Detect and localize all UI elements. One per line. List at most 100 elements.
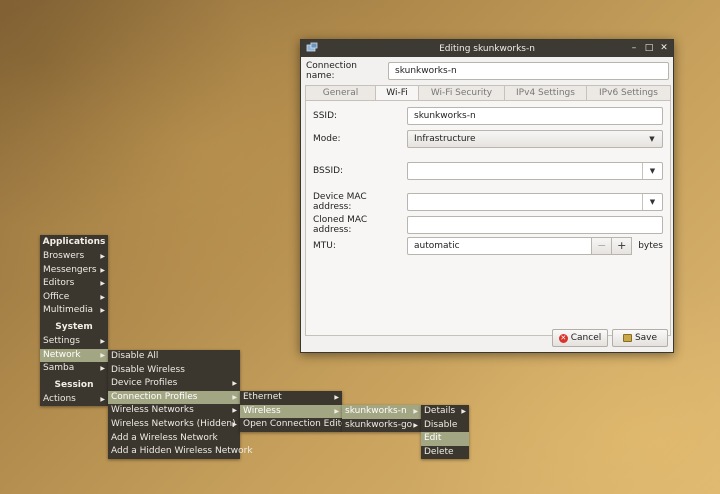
menu-item-settings[interactable]: Settings ▶: [40, 335, 108, 349]
connection-name-label: Connection name:: [306, 61, 357, 81]
menu-item-network[interactable]: Network ▶: [40, 348, 108, 363]
dialog-actions: ✕ Cancel Save: [552, 329, 668, 347]
cloned-mac-row: Cloned MAC address:: [313, 215, 663, 235]
tab-wifi[interactable]: Wi-Fi: [376, 86, 419, 100]
menu-item-device-profiles[interactable]: Device Profiles ▶: [108, 377, 240, 391]
menu-item-skunkworks-go[interactable]: skunkworks-go ▶: [342, 419, 421, 433]
tab-ipv4-settings[interactable]: IPv4 Settings: [505, 86, 587, 100]
cancel-button[interactable]: ✕ Cancel: [552, 329, 608, 347]
mode-row: Mode: Infrastructure ▼: [313, 130, 663, 148]
menu-item-editors[interactable]: Editors ▶: [40, 277, 108, 291]
system-header: System: [55, 321, 93, 332]
maximize-icon[interactable]: □: [644, 42, 654, 54]
ssid-label: SSID:: [313, 111, 338, 121]
menu-item-edit[interactable]: Edit: [421, 432, 469, 446]
connection-name-row: Connection name: skunkworks-n: [306, 61, 670, 81]
menu-item-wireless-networks-hidden[interactable]: Wireless Networks (Hidden) ▶: [108, 418, 240, 432]
submenu-arrow-icon: ▶: [413, 408, 418, 415]
minimize-icon[interactable]: –: [629, 42, 639, 54]
menu-item-details[interactable]: Details ▶: [421, 405, 469, 419]
save-icon: [622, 334, 632, 342]
submenu-arrow-icon: ▶: [232, 420, 237, 428]
submenu-arrow-icon: ▶: [232, 393, 237, 401]
menu-item-disable[interactable]: Disable: [421, 419, 469, 433]
submenu-arrow-icon: ▶: [100, 253, 105, 260]
settings-notebook: General Wi-Fi Wi-Fi Security IPv4 Settin…: [305, 85, 671, 349]
menu-item-add-wireless-network[interactable]: Add a Wireless Network: [108, 432, 240, 446]
wireless-profiles-menu: skunkworks-n ▶ skunkworks-go ▶: [342, 405, 421, 433]
menu-item-disable-wireless[interactable]: Disable Wireless: [108, 364, 240, 378]
mode-label: Mode:: [313, 134, 341, 144]
menu-item-ethernet[interactable]: Ethernet ▶: [240, 391, 342, 405]
mtu-spinbutton: automatic − + bytes: [407, 237, 663, 255]
save-button[interactable]: Save: [612, 329, 668, 347]
tab-bar: General Wi-Fi Wi-Fi Security IPv4 Settin…: [305, 85, 671, 100]
close-icon[interactable]: ✕: [659, 42, 669, 54]
profile-actions-menu: Details ▶ Disable Edit Delete: [421, 405, 469, 460]
mtu-label: MTU:: [313, 241, 336, 251]
bssid-combo[interactable]: ▼: [407, 162, 663, 180]
menu-item-skunkworks-n[interactable]: skunkworks-n ▶: [342, 405, 421, 419]
menu-item-disable-all[interactable]: Disable All: [108, 350, 240, 364]
submenu-arrow-icon: ▶: [232, 380, 237, 388]
submenu-arrow-icon: ▶: [100, 266, 105, 274]
mtu-decrement-button[interactable]: −: [592, 237, 613, 255]
submenu-arrow-icon: ▶: [100, 395, 105, 403]
submenu-arrow-icon: ▶: [232, 407, 237, 415]
device-mac-row: Device MAC address: ▼: [313, 192, 663, 212]
submenu-arrow-icon: ▶: [334, 394, 339, 401]
submenu-arrow-icon: ▶: [100, 280, 105, 288]
menu-item-wireless[interactable]: Wireless ▶: [240, 404, 342, 419]
menu-item-samba[interactable]: Samba ▶: [40, 362, 108, 376]
submenu-arrow-icon: ▶: [334, 407, 339, 415]
cloned-mac-input[interactable]: [407, 216, 663, 234]
save-label: Save: [634, 333, 658, 343]
submenu-arrow-icon: ▶: [100, 293, 105, 301]
menu-item-actions[interactable]: Actions ▶: [40, 393, 108, 407]
applications-header: Applications: [42, 237, 106, 247]
connection-profiles-menu: Ethernet ▶ Wireless ▶ Open Connection Edit…: [240, 391, 350, 432]
mode-dropdown[interactable]: Infrastructure ▼: [407, 130, 663, 148]
edit-connection-window: Editing skunkworks-n – □ ✕ Connection na…: [300, 39, 674, 353]
submenu-arrow-icon: ▶: [461, 408, 466, 415]
tab-wifi-security[interactable]: Wi-Fi Security: [419, 86, 505, 100]
menu-item-delete[interactable]: Delete: [421, 446, 469, 460]
mtu-increment-button[interactable]: +: [612, 237, 633, 255]
menu-item-browsers[interactable]: Broswers ▶: [40, 250, 108, 264]
menu-item-wireless-networks[interactable]: Wireless Networks ▶: [108, 404, 240, 418]
menu-item-add-hidden-wireless-network[interactable]: Add a Hidden Wireless Network: [108, 445, 253, 459]
connection-name-input[interactable]: skunkworks-n: [388, 62, 669, 80]
chevron-down-icon: ▼: [649, 135, 655, 143]
device-mac-label: Device MAC address:: [313, 192, 367, 212]
submenu-arrow-icon: ▶: [100, 307, 105, 315]
menu-item-open-connection-editor[interactable]: Open Connection Editor: [240, 418, 350, 432]
ssid-row: SSID: skunkworks-n: [313, 107, 663, 125]
mtu-row: MTU: automatic − + bytes: [313, 237, 663, 255]
chevron-down-icon[interactable]: ▼: [642, 194, 662, 210]
network-app-icon: [306, 42, 318, 52]
mtu-input[interactable]: automatic: [407, 237, 593, 255]
device-mac-combo[interactable]: ▼: [407, 193, 663, 211]
submenu-arrow-icon: ▶: [100, 337, 105, 345]
chevron-down-icon[interactable]: ▼: [642, 163, 662, 179]
network-menu: Disable All Disable Wireless Device Prof…: [108, 350, 253, 459]
tab-ipv6-settings[interactable]: IPv6 Settings: [587, 86, 670, 100]
bssid-row: BSSID: ▼: [313, 162, 663, 180]
ssid-input[interactable]: skunkworks-n: [407, 107, 663, 125]
window-titlebar[interactable]: Editing skunkworks-n – □ ✕: [301, 40, 673, 57]
cloned-mac-label: Cloned MAC address:: [313, 215, 368, 235]
mtu-unit-label: bytes: [638, 241, 663, 251]
wifi-page: SSID: skunkworks-n Mode: Infrastructure …: [305, 100, 671, 336]
menu-item-connection-profiles[interactable]: Connection Profiles ▶: [108, 390, 240, 405]
mode-value: Infrastructure: [414, 134, 476, 144]
menu-item-multimedia[interactable]: Multimedia ▶: [40, 304, 108, 318]
tab-general[interactable]: General: [306, 86, 376, 100]
submenu-arrow-icon: ▶: [413, 421, 418, 429]
cancel-label: Cancel: [570, 333, 602, 343]
menu-item-office[interactable]: Office ▶: [40, 291, 108, 305]
submenu-arrow-icon: ▶: [100, 351, 105, 359]
root-menu: Applications Broswers ▶ Messengers ▶ Edito…: [40, 235, 108, 407]
menu-item-messengers[interactable]: Messengers ▶: [40, 264, 108, 278]
session-header: Session: [54, 379, 94, 390]
cancel-icon: ✕: [558, 333, 568, 343]
